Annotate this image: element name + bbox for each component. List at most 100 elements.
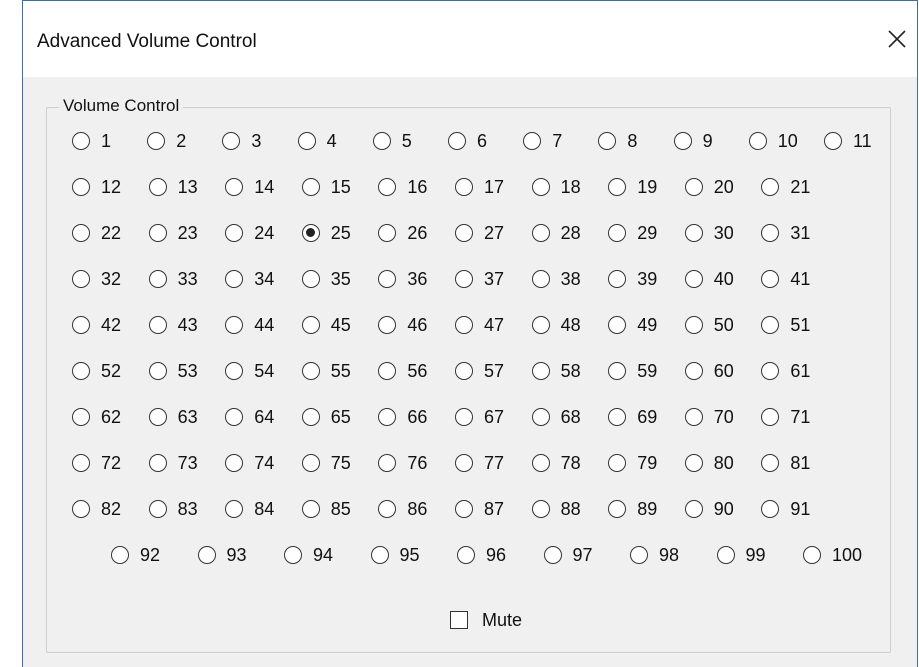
radio-button-circle[interactable] bbox=[111, 546, 129, 564]
volume-radio-82[interactable]: 82 bbox=[72, 495, 121, 523]
volume-radio-45[interactable]: 45 bbox=[301, 311, 351, 339]
volume-radio-64[interactable]: 64 bbox=[225, 403, 274, 431]
volume-radio-50[interactable]: 50 bbox=[684, 311, 734, 339]
radio-button-circle[interactable] bbox=[225, 178, 244, 196]
volume-radio-34[interactable]: 34 bbox=[225, 265, 274, 293]
volume-radio-8[interactable]: 8 bbox=[598, 127, 637, 155]
radio-button-circle[interactable] bbox=[543, 546, 562, 564]
radio-button-circle[interactable] bbox=[761, 270, 780, 288]
volume-radio-5[interactable]: 5 bbox=[372, 127, 412, 155]
radio-button-circle[interactable] bbox=[761, 408, 780, 426]
radio-button-circle[interactable] bbox=[301, 500, 320, 518]
volume-radio-97[interactable]: 97 bbox=[543, 541, 593, 569]
volume-radio-39[interactable]: 39 bbox=[608, 265, 657, 293]
radio-button-circle[interactable] bbox=[523, 132, 542, 150]
volume-radio-14[interactable]: 14 bbox=[225, 173, 274, 201]
volume-radio-66[interactable]: 66 bbox=[378, 403, 427, 431]
radio-button-circle[interactable] bbox=[608, 316, 627, 334]
radio-button-circle[interactable] bbox=[148, 408, 167, 426]
radio-button-circle[interactable] bbox=[608, 362, 627, 380]
radio-button-circle[interactable] bbox=[531, 500, 550, 518]
radio-button-circle[interactable] bbox=[608, 224, 627, 242]
title-bar[interactable]: Advanced Volume Control bbox=[23, 1, 917, 77]
radio-button-circle[interactable] bbox=[378, 408, 397, 426]
volume-radio-49[interactable]: 49 bbox=[608, 311, 657, 339]
radio-button-circle[interactable] bbox=[225, 408, 244, 426]
radio-button-circle[interactable] bbox=[608, 270, 627, 288]
radio-button-circle[interactable] bbox=[455, 362, 473, 380]
radio-button-circle[interactable] bbox=[72, 454, 90, 472]
volume-radio-74[interactable]: 74 bbox=[225, 449, 274, 477]
radio-button-circle[interactable] bbox=[72, 270, 90, 288]
volume-radio-71[interactable]: 71 bbox=[761, 403, 810, 431]
volume-radio-77[interactable]: 77 bbox=[455, 449, 504, 477]
radio-button-circle[interactable] bbox=[684, 316, 703, 334]
volume-radio-17[interactable]: 17 bbox=[455, 173, 504, 201]
volume-radio-52[interactable]: 52 bbox=[72, 357, 121, 385]
volume-radio-58[interactable]: 58 bbox=[531, 357, 581, 385]
radio-button-circle[interactable] bbox=[455, 316, 473, 334]
radio-button-circle[interactable] bbox=[684, 500, 703, 518]
radio-button-circle[interactable] bbox=[148, 500, 167, 518]
volume-radio-100[interactable]: 100 bbox=[803, 541, 862, 569]
volume-radio-46[interactable]: 46 bbox=[378, 311, 427, 339]
volume-radio-25[interactable]: 25 bbox=[301, 219, 351, 247]
volume-radio-30[interactable]: 30 bbox=[684, 219, 734, 247]
volume-radio-90[interactable]: 90 bbox=[684, 495, 734, 523]
radio-button-circle[interactable] bbox=[761, 178, 780, 196]
radio-button-circle[interactable] bbox=[301, 454, 320, 472]
volume-radio-41[interactable]: 41 bbox=[761, 265, 810, 293]
mute-checkbox[interactable]: Mute bbox=[450, 606, 522, 634]
volume-radio-73[interactable]: 73 bbox=[148, 449, 198, 477]
volume-radio-95[interactable]: 95 bbox=[370, 541, 420, 569]
radio-button-circle[interactable] bbox=[455, 408, 473, 426]
radio-button-circle[interactable] bbox=[455, 224, 473, 242]
radio-button-circle[interactable] bbox=[148, 224, 167, 242]
volume-radio-18[interactable]: 18 bbox=[531, 173, 581, 201]
volume-radio-16[interactable]: 16 bbox=[378, 173, 427, 201]
volume-radio-38[interactable]: 38 bbox=[531, 265, 581, 293]
radio-button-circle[interactable] bbox=[455, 500, 473, 518]
radio-button-circle[interactable] bbox=[531, 408, 550, 426]
volume-radio-55[interactable]: 55 bbox=[301, 357, 351, 385]
volume-radio-93[interactable]: 93 bbox=[197, 541, 247, 569]
close-button[interactable] bbox=[877, 15, 917, 63]
volume-radio-85[interactable]: 85 bbox=[301, 495, 351, 523]
volume-radio-27[interactable]: 27 bbox=[455, 219, 504, 247]
radio-button-circle[interactable] bbox=[148, 178, 167, 196]
volume-radio-12[interactable]: 12 bbox=[72, 173, 121, 201]
radio-button-circle[interactable] bbox=[531, 316, 550, 334]
volume-radio-53[interactable]: 53 bbox=[148, 357, 198, 385]
radio-button-circle[interactable] bbox=[531, 454, 550, 472]
radio-button-circle[interactable] bbox=[378, 316, 397, 334]
volume-radio-37[interactable]: 37 bbox=[455, 265, 504, 293]
volume-radio-35[interactable]: 35 bbox=[301, 265, 351, 293]
volume-radio-88[interactable]: 88 bbox=[531, 495, 581, 523]
radio-button-circle[interactable] bbox=[72, 178, 90, 196]
radio-button-circle[interactable] bbox=[531, 362, 550, 380]
volume-radio-72[interactable]: 72 bbox=[72, 449, 121, 477]
volume-radio-42[interactable]: 42 bbox=[72, 311, 121, 339]
radio-button-circle[interactable] bbox=[598, 132, 617, 150]
radio-button-circle[interactable] bbox=[448, 132, 466, 150]
radio-button-circle[interactable] bbox=[301, 178, 320, 196]
volume-radio-94[interactable]: 94 bbox=[284, 541, 333, 569]
volume-radio-83[interactable]: 83 bbox=[148, 495, 198, 523]
volume-radio-32[interactable]: 32 bbox=[72, 265, 121, 293]
radio-button-circle[interactable] bbox=[297, 132, 316, 150]
radio-button-circle[interactable] bbox=[684, 454, 703, 472]
radio-button-circle[interactable] bbox=[148, 316, 167, 334]
radio-button-circle[interactable] bbox=[684, 270, 703, 288]
volume-radio-33[interactable]: 33 bbox=[148, 265, 198, 293]
volume-radio-61[interactable]: 61 bbox=[761, 357, 810, 385]
radio-button-circle[interactable] bbox=[197, 546, 216, 564]
volume-radio-1[interactable]: 1 bbox=[72, 127, 111, 155]
volume-radio-9[interactable]: 9 bbox=[673, 127, 713, 155]
radio-button-circle[interactable] bbox=[301, 362, 320, 380]
radio-button-circle[interactable] bbox=[748, 132, 767, 150]
volume-radio-76[interactable]: 76 bbox=[378, 449, 427, 477]
volume-radio-20[interactable]: 20 bbox=[684, 173, 734, 201]
radio-button-circle[interactable] bbox=[378, 362, 397, 380]
volume-radio-19[interactable]: 19 bbox=[608, 173, 657, 201]
volume-radio-7[interactable]: 7 bbox=[523, 127, 562, 155]
